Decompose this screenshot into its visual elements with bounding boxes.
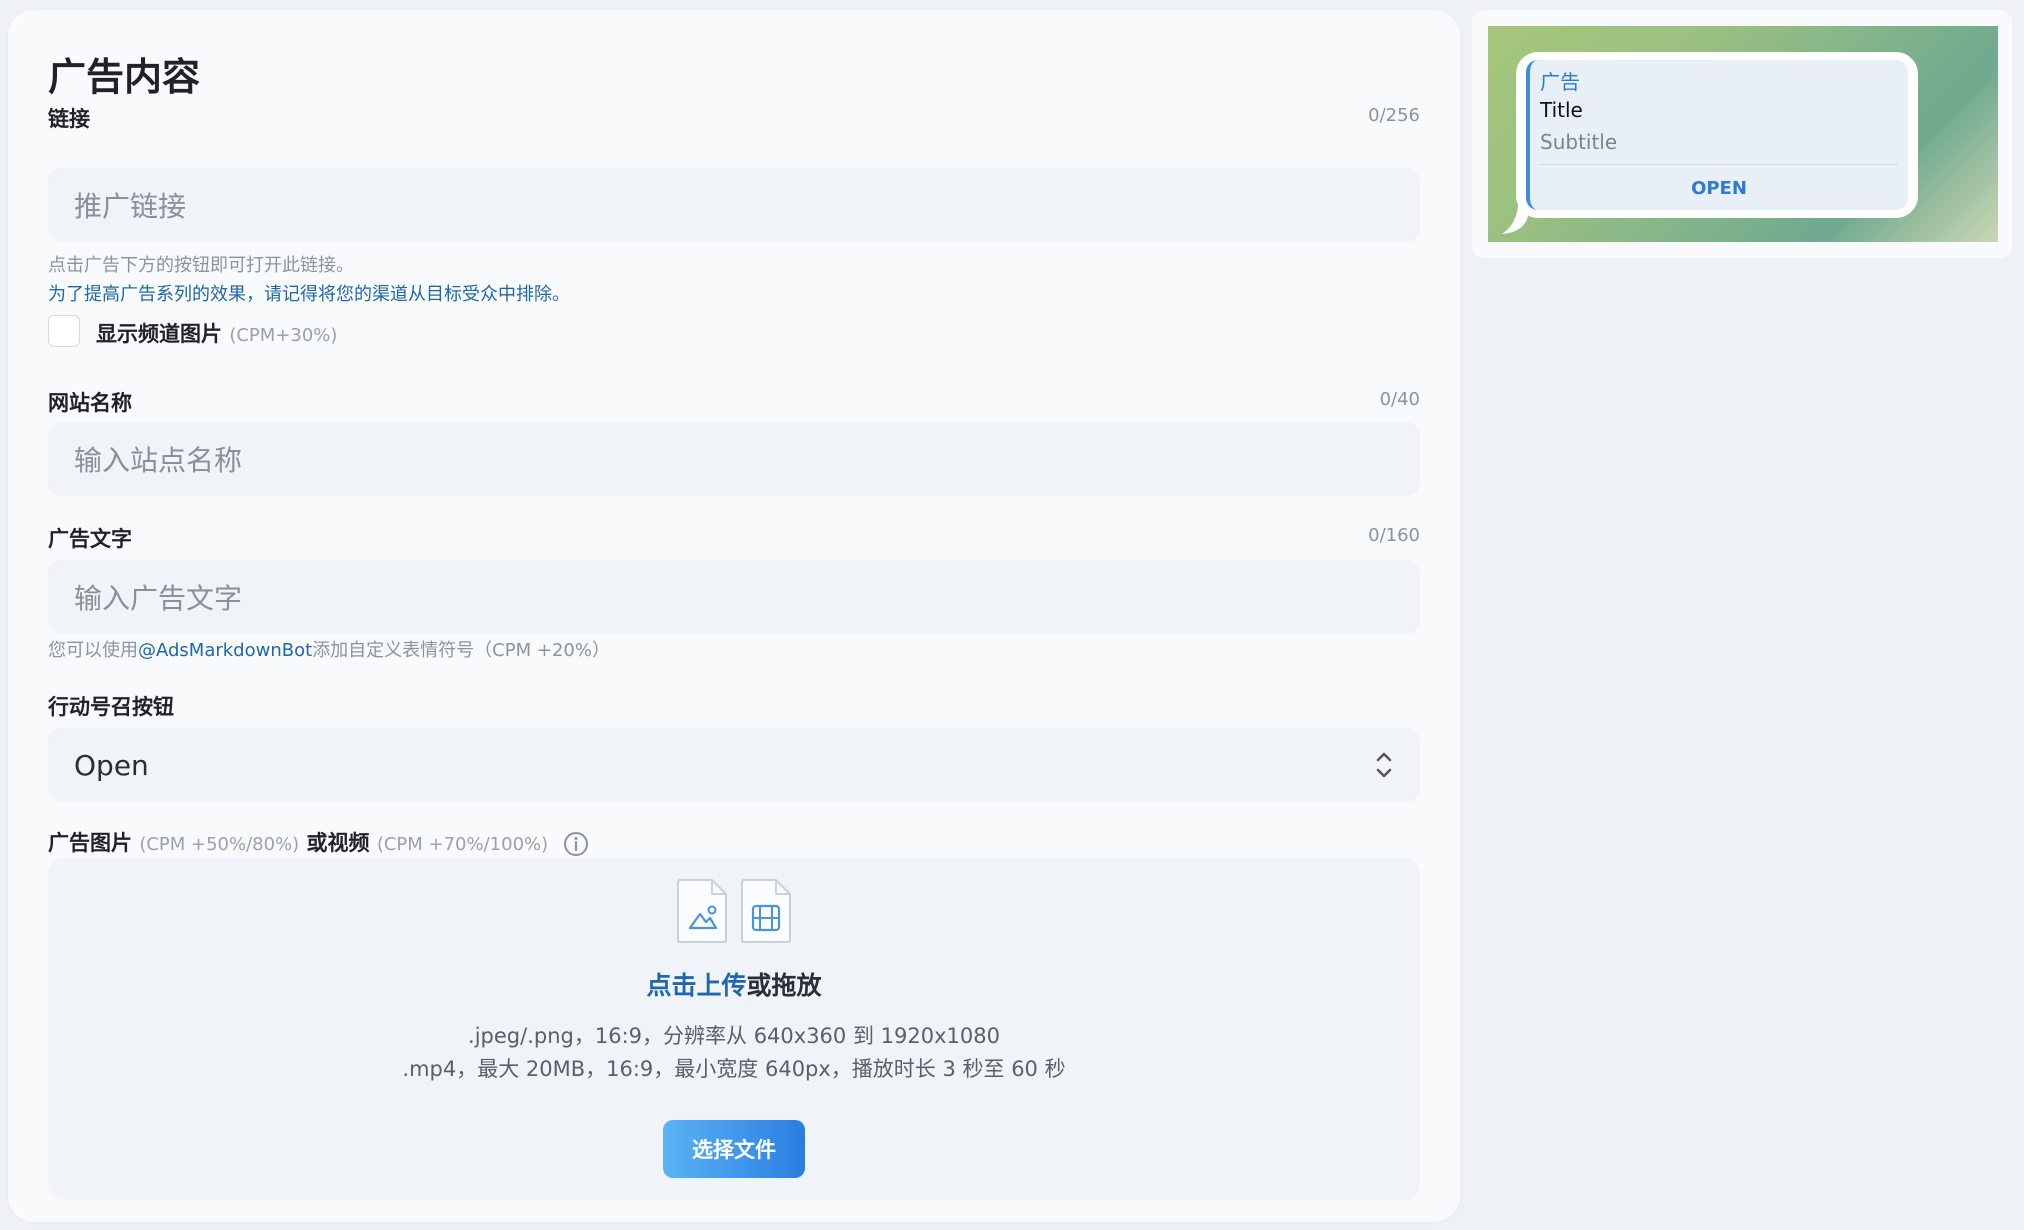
ad-text-hint-suffix: 添加自定义表情符号（CPM +20%） bbox=[312, 640, 610, 661]
media-video-label: 或视频 bbox=[306, 831, 370, 855]
link-placeholder: 推广链接 bbox=[74, 190, 187, 223]
site-name-placeholder: 输入站点名称 bbox=[74, 444, 243, 477]
ads-markdown-bot-link[interactable]: @AdsMarkdownBot bbox=[138, 640, 312, 661]
ad-text-placeholder: 输入广告文字 bbox=[74, 582, 243, 615]
ad-text-counter: 0/160 bbox=[1368, 525, 1420, 546]
media-image-label: 广告图片 bbox=[48, 831, 132, 855]
preview-ad-label: 广告 bbox=[1540, 70, 1580, 94]
link-label: 链接 bbox=[48, 107, 90, 131]
link-input[interactable]: 推广链接 bbox=[48, 168, 1420, 242]
preview-divider bbox=[1540, 164, 1898, 165]
upload-image-requirements: .jpeg/.png，16:9，分辨率从 640x360 到 1920x1080 bbox=[468, 1024, 1000, 1048]
ad-text-label: 广告文字 bbox=[48, 527, 132, 551]
image-file-icon bbox=[677, 879, 727, 943]
show-channel-image-checkbox[interactable] bbox=[48, 315, 80, 347]
media-image-cpm: (CPM +50%/80%) bbox=[139, 834, 300, 855]
preview-message-bubble: 广告 Title Subtitle OPEN bbox=[1516, 52, 1918, 218]
upload-video-requirements: .mp4，最大 20MB，16:9，最小宽度 640px，播放时长 3 秒至 6… bbox=[402, 1057, 1066, 1081]
link-hint: 点击广告下方的按钮即可打开此链接。 bbox=[48, 255, 354, 276]
ad-text-hint: 您可以使用@AdsMarkdownBot添加自定义表情符号（CPM +20%） bbox=[48, 636, 610, 662]
show-channel-image-text: 显示频道图片 bbox=[96, 322, 222, 346]
ad-content-card: 广告内容 链接 0/256 推广链接 点击广告下方的按钮即可打开此链接。 为了提… bbox=[8, 10, 1460, 1222]
upload-title: 点击上传或拖放 bbox=[48, 966, 1420, 1002]
preview-background: 广告 Title Subtitle OPEN bbox=[1488, 26, 1998, 242]
upload-dropzone[interactable]: 点击上传或拖放 .jpeg/.png，16:9，分辨率从 640x360 到 1… bbox=[48, 858, 1420, 1200]
link-counter: 0/256 bbox=[1368, 105, 1420, 126]
video-file-icon bbox=[741, 879, 791, 943]
link-hint-exclude: 为了提高广告系列的效果，请记得将您的渠道从目标受众中排除。 bbox=[48, 284, 570, 305]
cta-select[interactable]: Open bbox=[48, 728, 1420, 802]
preview-ad-card: 广告 Title Subtitle OPEN bbox=[1526, 60, 1908, 210]
chevron-updown-icon bbox=[1376, 752, 1392, 778]
page-title: 广告内容 bbox=[48, 55, 201, 99]
show-channel-image-cpm: (CPM+30%) bbox=[229, 325, 338, 346]
upload-click-link[interactable]: 点击上传 bbox=[646, 971, 746, 1000]
preview-title: Title bbox=[1540, 98, 1583, 122]
ad-preview-panel: 广告 Title Subtitle OPEN bbox=[1472, 10, 2012, 258]
cta-selected-value: Open bbox=[74, 748, 149, 782]
media-label: 广告图片 (CPM +50%/80%) 或视频 (CPM +70%/100%) bbox=[48, 827, 589, 857]
info-circle-icon[interactable] bbox=[563, 831, 589, 857]
site-name-counter: 0/40 bbox=[1379, 389, 1420, 410]
cta-label: 行动号召按钮 bbox=[48, 695, 174, 719]
preview-subtitle: Subtitle bbox=[1540, 130, 1618, 154]
media-video-cpm: (CPM +70%/100%) bbox=[376, 834, 549, 855]
upload-drag-text: 或拖放 bbox=[746, 971, 822, 1000]
choose-file-button[interactable]: 选择文件 bbox=[663, 1120, 805, 1178]
site-name-label: 网站名称 bbox=[48, 391, 132, 415]
ad-text-hint-prefix: 您可以使用 bbox=[48, 640, 138, 661]
ad-text-input[interactable]: 输入广告文字 bbox=[48, 560, 1420, 634]
show-channel-image-label[interactable]: 显示频道图片 (CPM+30%) bbox=[96, 318, 337, 348]
file-icons bbox=[48, 878, 1420, 944]
site-name-input[interactable]: 输入站点名称 bbox=[48, 422, 1420, 496]
preview-open-button[interactable]: OPEN bbox=[1530, 178, 1908, 199]
